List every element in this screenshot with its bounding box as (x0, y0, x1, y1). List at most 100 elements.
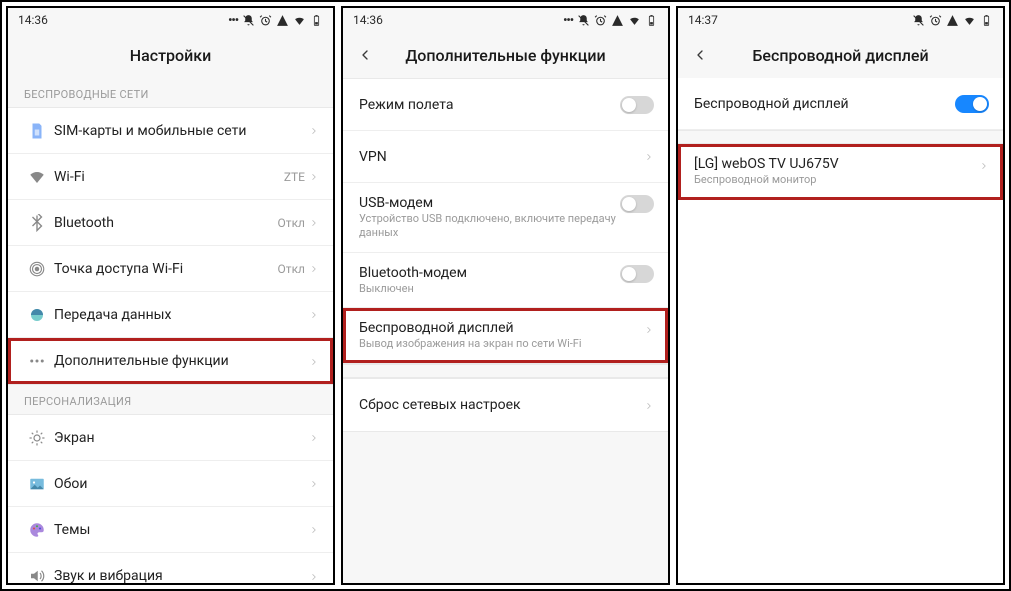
signal-icon (611, 14, 624, 27)
row-label: Беспроводной дисплей (359, 320, 644, 336)
row-bluetooth[interactable]: Bluetooth Откл (8, 200, 333, 246)
row-label: USB-модем (359, 195, 620, 211)
battery-icon (310, 14, 323, 27)
row-bt-tether[interactable]: Bluetooth-модем Выключен (343, 253, 668, 309)
wireless-display-toggle[interactable] (955, 95, 989, 113)
back-button[interactable] (353, 43, 377, 67)
row-wallpaper[interactable]: Обои (8, 461, 333, 507)
row-value: Откл (278, 216, 305, 230)
row-label: Точка доступа Wi-Fi (54, 261, 278, 277)
row-label: Дополнительные функции (54, 353, 309, 369)
more-icon (20, 352, 54, 370)
row-themes[interactable]: Темы (8, 507, 333, 553)
chevron-right-icon (309, 259, 319, 278)
row-reset-network[interactable]: Сброс сетевых настроек (343, 379, 668, 431)
row-label: SIM-карты и мобильные сети (54, 123, 309, 139)
clock-label: 14:36 (353, 13, 383, 27)
image-icon (20, 475, 54, 493)
section-personalization-header: ПЕРСОНАЛИЗАЦИЯ (8, 385, 333, 414)
row-wifi[interactable]: Wi-Fi ZTE (8, 154, 333, 200)
status-icons: ••• (563, 13, 658, 27)
signal-icon (946, 14, 959, 27)
section-gap (678, 130, 1003, 144)
chevron-right-icon (309, 167, 319, 186)
bt-tether-toggle[interactable] (620, 265, 654, 283)
chevron-right-icon (309, 474, 319, 493)
row-label: Экран (54, 430, 309, 446)
row-label: Темы (54, 522, 309, 538)
hotspot-icon (20, 260, 54, 278)
row-label: Обои (54, 476, 309, 492)
wifi-icon (20, 168, 54, 186)
row-vpn[interactable]: VPN (343, 131, 668, 183)
page-header: Настройки (8, 32, 333, 78)
usb-toggle[interactable] (620, 195, 654, 213)
airplane-toggle[interactable] (620, 96, 654, 114)
section-gap (343, 364, 668, 378)
chevron-right-icon (644, 396, 654, 415)
page-title: Настройки (130, 46, 211, 65)
signal-icon (276, 14, 289, 27)
more-notifications-icon: ••• (563, 13, 573, 27)
battery-icon (980, 14, 993, 27)
row-sound[interactable]: Звук и вибрация (8, 553, 333, 583)
chevron-right-icon (309, 352, 319, 371)
row-more-functions[interactable]: Дополнительные функции (8, 338, 333, 384)
phone-wireless-display: 14:37 Беспроводной дисплей Беспроводной … (676, 6, 1005, 585)
wifi-icon (628, 14, 641, 27)
back-button[interactable] (688, 43, 712, 67)
brightness-icon (20, 429, 54, 447)
status-icons (912, 14, 993, 27)
chevron-right-icon (309, 567, 319, 584)
row-wireless-display-toggle[interactable]: Беспроводной дисплей (678, 78, 1003, 130)
row-data-usage[interactable]: Передача данных (8, 292, 333, 338)
alarm-icon (594, 14, 607, 27)
chevron-right-icon (309, 121, 319, 140)
row-wireless-display[interactable]: Беспроводной дисплей Вывод изображения н… (343, 308, 668, 363)
row-label: Беспроводной дисплей (694, 96, 955, 112)
chevron-right-icon (309, 305, 319, 324)
palette-icon (20, 521, 54, 539)
alarm-icon (929, 14, 942, 27)
row-label: Режим полета (359, 97, 620, 113)
device-name: [LG] webOS TV UJ675V (694, 156, 979, 172)
row-sublabel: Вывод изображения на экран по сети Wi-Fi (359, 337, 644, 351)
sim-icon (20, 122, 54, 140)
status-icons: ••• (228, 13, 323, 27)
wdisplay-list: Беспроводной дисплей [LG] webOS TV UJ675… (678, 78, 1003, 583)
more-list: Режим полета VPN USB-модем Устройство US… (343, 78, 668, 583)
row-label: Звук и вибрация (54, 568, 309, 583)
row-value: Откл (278, 262, 305, 276)
row-hotspot[interactable]: Точка доступа Wi-Fi Откл (8, 246, 333, 292)
status-bar: 14:37 (678, 8, 1003, 32)
row-sublabel: Выключен (359, 282, 620, 296)
row-sublabel: Устройство USB подключено, включите пере… (359, 212, 620, 240)
row-sim[interactable]: SIM-карты и мобильные сети (8, 108, 333, 154)
status-bar: 14:36 ••• (343, 8, 668, 32)
wifi-icon (293, 14, 306, 27)
clock-label: 14:37 (688, 13, 718, 27)
bell-off-icon (912, 14, 925, 27)
speaker-icon (20, 567, 54, 583)
page-header: Беспроводной дисплей (678, 32, 1003, 78)
row-value: ZTE (284, 170, 305, 184)
device-type: Беспроводной монитор (694, 173, 979, 187)
page-title: Дополнительные функции (405, 46, 605, 65)
bell-off-icon (242, 14, 255, 27)
row-label: Bluetooth-модем (359, 265, 620, 281)
row-device-lg-tv[interactable]: [LG] webOS TV UJ675V Беспроводной монито… (678, 144, 1003, 200)
row-label: Сброс сетевых настроек (359, 397, 644, 413)
row-label: VPN (359, 149, 644, 165)
phone-more-functions: 14:36 ••• Дополнительные функции Режим п… (341, 6, 670, 585)
clock-label: 14:36 (18, 13, 48, 27)
row-airplane[interactable]: Режим полета (343, 79, 668, 131)
phone-settings: 14:36 ••• Настройки БЕСПРОВОДНЫЕ СЕТИ SI… (6, 6, 335, 585)
row-display[interactable]: Экран (8, 415, 333, 461)
status-bar: 14:36 ••• (8, 8, 333, 32)
page-header: Дополнительные функции (343, 32, 668, 78)
chevron-right-icon (644, 320, 654, 339)
row-label: Передача данных (54, 307, 309, 323)
chevron-right-icon (309, 520, 319, 539)
chevron-right-icon (309, 428, 319, 447)
row-usb-tether[interactable]: USB-модем Устройство USB подключено, вкл… (343, 183, 668, 253)
